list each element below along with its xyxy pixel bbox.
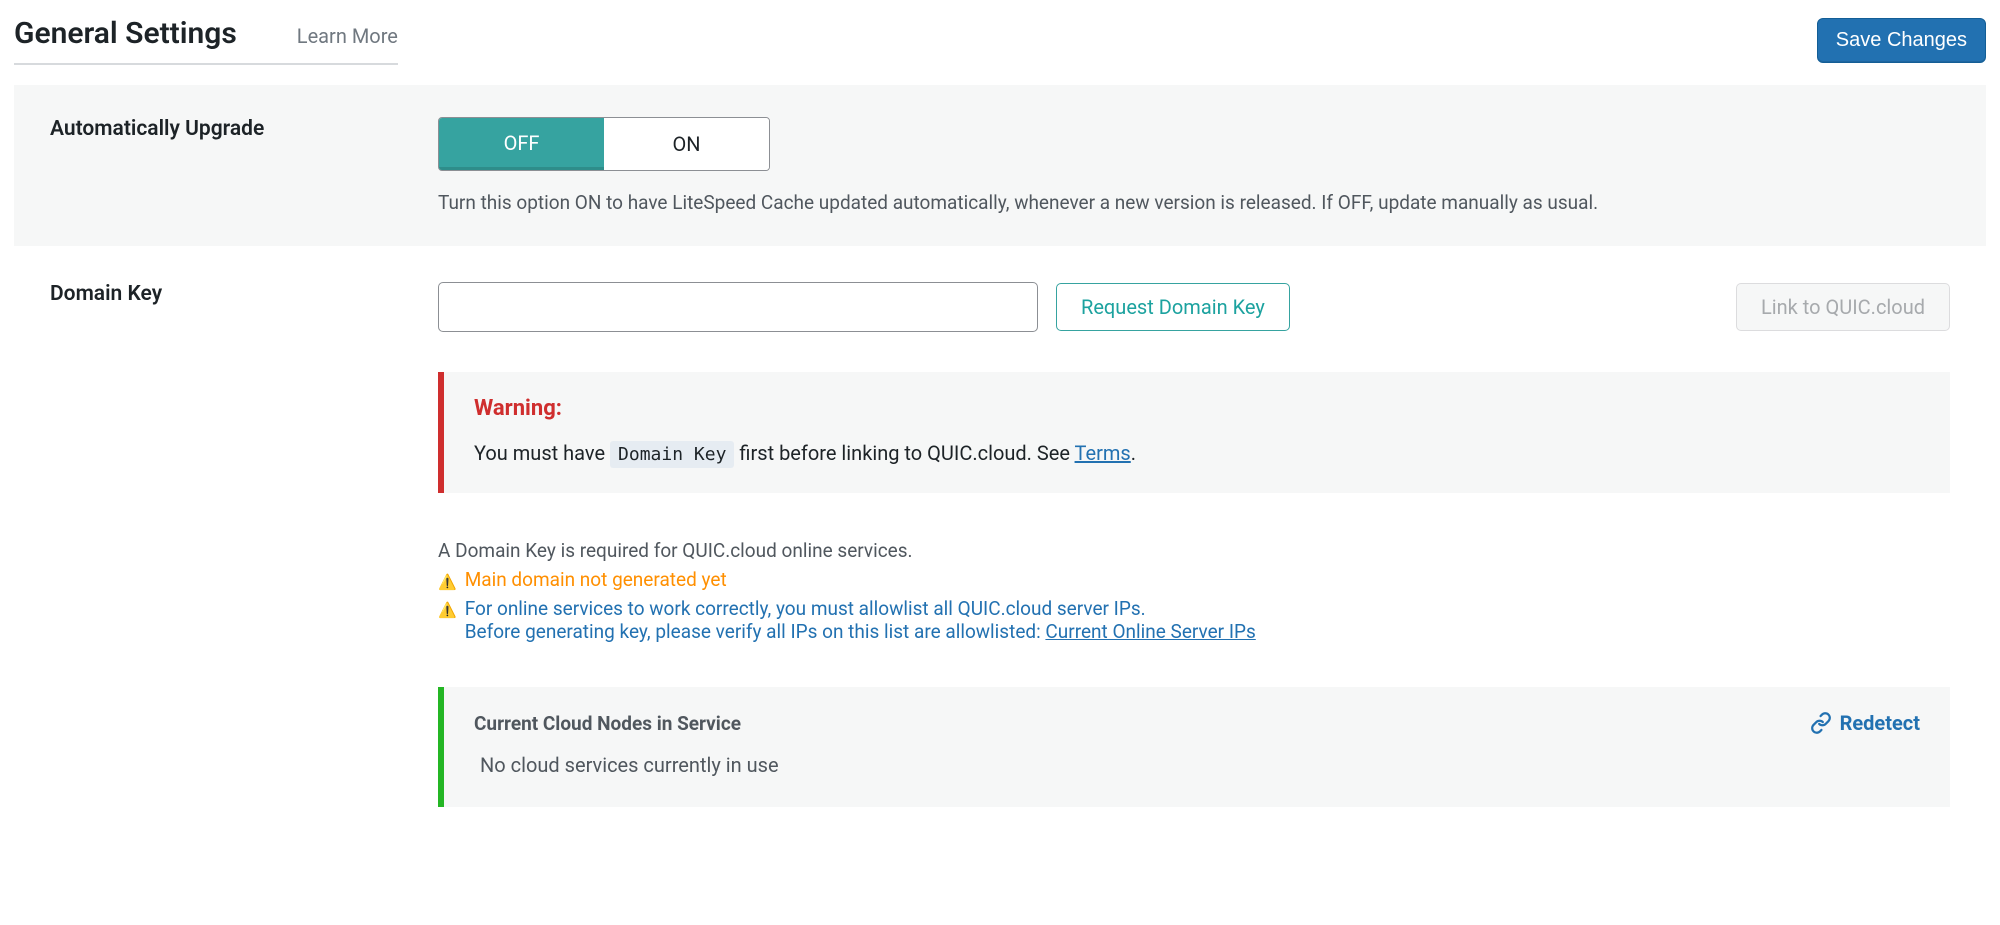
save-changes-button[interactable]: Save Changes [1817,18,1986,63]
redetect-label: Redetect [1840,711,1920,735]
info-required: A Domain Key is required for QUIC.cloud … [438,539,1950,562]
page-header: General Settings Learn More Save Changes [0,0,2000,85]
info-main-domain-text: Main domain not generated yet [465,568,727,591]
warning-body: You must have Domain Key first before li… [474,441,1920,465]
terms-link[interactable]: Terms [1075,441,1131,465]
warning-code-chip: Domain Key [610,441,734,468]
toggle-on-button[interactable]: ON [604,118,769,170]
cloud-nodes-empty: No cloud services currently in use [474,753,1920,777]
redetect-button[interactable]: Redetect [1810,711,1920,735]
warning-text-post: . [1131,441,1136,465]
page-title-wrap: General Settings Learn More [14,16,398,65]
info-main-domain: ⚠️ Main domain not generated yet [438,568,1950,591]
link-quic-cloud-button[interactable]: Link to QUIC.cloud [1736,283,1950,331]
info-allowlist: ⚠️ For online services to work correctly… [438,597,1950,643]
domain-key-info: A Domain Key is required for QUIC.cloud … [438,539,1950,643]
auto-upgrade-label: Automatically Upgrade [50,117,264,141]
warning-box: Warning: You must have Domain Key first … [438,372,1950,493]
link-icon [1810,712,1832,734]
auto-upgrade-toggle: OFF ON [438,117,770,171]
warning-icon: ⚠️ [438,601,457,619]
domain-key-input[interactable] [438,282,1038,332]
page-title: General Settings [14,16,237,51]
warning-icon: ⚠️ [438,573,457,591]
cloud-nodes-title: Current Cloud Nodes in Service [474,712,741,735]
request-domain-key-button[interactable]: Request Domain Key [1056,283,1290,331]
learn-more-link[interactable]: Learn More [297,24,398,48]
domain-key-section: Domain Key Request Domain Key Link to QU… [14,246,1986,817]
auto-upgrade-description: Turn this option ON to have LiteSpeed Ca… [438,191,1950,214]
warning-text-mid: first before linking to QUIC.cloud. See [734,441,1074,465]
auto-upgrade-section: Automatically Upgrade OFF ON Turn this o… [14,85,1986,246]
domain-key-label: Domain Key [50,282,162,306]
current-ips-link[interactable]: Current Online Server IPs [1045,620,1255,643]
warning-title: Warning: [474,396,1920,421]
warning-text-pre: You must have [474,441,610,465]
toggle-off-button[interactable]: OFF [439,118,604,170]
info-allowlist-text: For online services to work correctly, y… [465,597,1256,620]
cloud-nodes-box: Current Cloud Nodes in Service Redetect … [438,687,1950,807]
info-before-text: Before generating key, please verify all… [465,620,1046,643]
